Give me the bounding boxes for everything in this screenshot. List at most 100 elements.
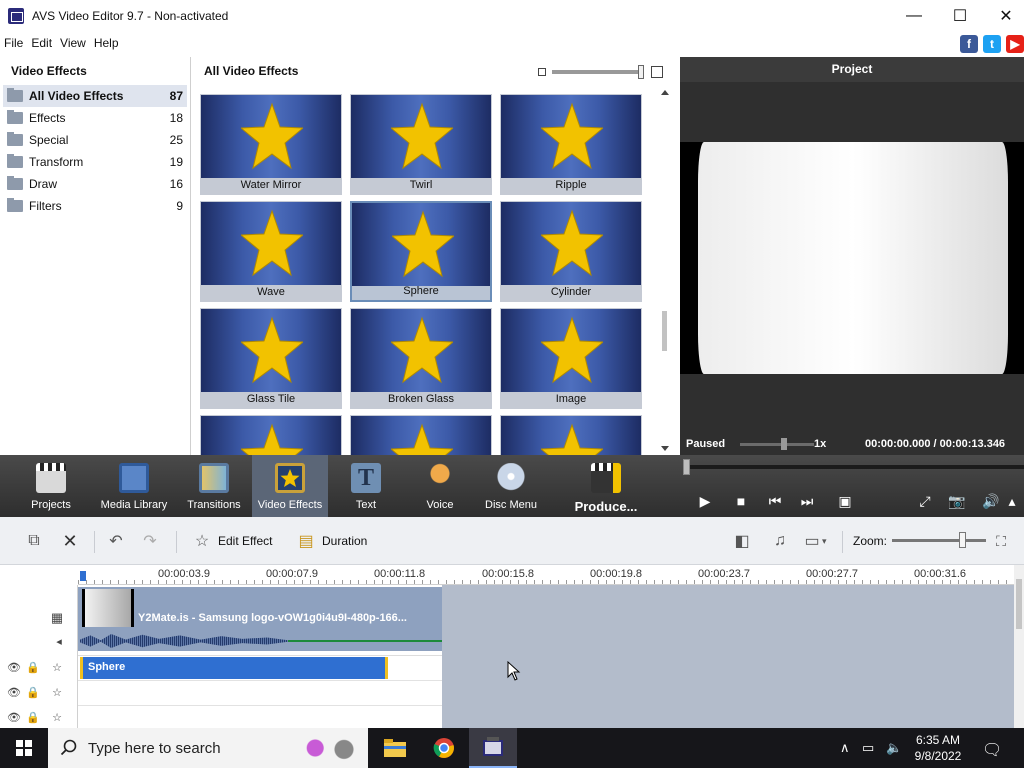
seek-bar[interactable] — [686, 465, 1024, 469]
disc-menu-button[interactable]: Disc Menu — [480, 455, 542, 517]
category-draw[interactable]: Draw 16 — [3, 173, 187, 195]
slider-thumb[interactable] — [638, 65, 644, 79]
undo-icon[interactable]: ↶ — [106, 531, 126, 551]
audio-mixer-icon[interactable]: ♫ — [770, 531, 790, 551]
windows-start-icon[interactable] — [0, 728, 48, 768]
effect-tile-item[interactable] — [500, 415, 642, 455]
effect-tile-item[interactable] — [200, 415, 342, 455]
taskbar-search[interactable]: Type here to search — [48, 728, 368, 768]
playhead[interactable] — [80, 571, 86, 581]
zoom-track[interactable] — [892, 539, 986, 542]
audio-clip[interactable] — [78, 631, 442, 651]
time-ruler[interactable]: 00:00:03.9 00:00:07.9 00:00:11.8 00:00:15.8… — [78, 565, 1014, 585]
eye-icon[interactable]: 👁 — [7, 710, 21, 724]
mute-icon[interactable]: ◂ — [52, 634, 66, 648]
effect-tile-broken-glass[interactable]: Broken Glass — [350, 308, 492, 409]
effect-tile-water-mirror[interactable]: Water Mirror — [200, 94, 342, 195]
category-transform[interactable]: Transform 19 — [3, 151, 187, 173]
effect-tile-glass-tile[interactable]: Glass Tile — [200, 308, 342, 409]
menu-view[interactable]: View — [56, 36, 90, 50]
seek-thumb[interactable] — [683, 459, 690, 475]
aspect-ratio-icon[interactable]: ▭ ▾ — [802, 531, 826, 551]
text-button[interactable]: T Text — [340, 455, 392, 517]
zoom-fit-icon[interactable]: ⛶ — [991, 531, 1011, 551]
duration-button[interactable]: ▤ Duration — [296, 531, 367, 551]
category-special[interactable]: Special 25 — [3, 129, 187, 151]
avs-video-editor-taskbar-icon[interactable] — [469, 728, 517, 768]
lock-icon[interactable]: 🔒 — [26, 710, 40, 724]
timeline-scrollbar[interactable] — [1014, 565, 1024, 728]
speed-track[interactable] — [740, 443, 814, 446]
separator — [94, 531, 95, 553]
preview-screen[interactable] — [680, 142, 1024, 374]
thumbnail-size-slider[interactable] — [538, 65, 664, 79]
speed-thumb[interactable] — [781, 438, 787, 450]
video-effects-button[interactable]: Video Effects — [252, 455, 328, 517]
previous-frame-icon[interactable]: ⏮ — [764, 492, 786, 510]
lock-icon[interactable]: 🔒 — [26, 660, 40, 674]
produce-button[interactable]: Produce... — [570, 455, 642, 517]
network-icon[interactable]: ▭ — [862, 740, 874, 756]
ruler-time-label: 00:00:11.8 — [374, 568, 426, 580]
system-clock[interactable]: 6:35 AM 9/8/2022 — [904, 732, 972, 764]
stop-icon[interactable]: ■ — [730, 492, 752, 510]
empty-timeline-region[interactable] — [442, 585, 1014, 728]
menu-file[interactable]: File — [0, 36, 27, 50]
track-area[interactable]: Y2Mate.is - Samsung logo-vOW1g0i4u9I-480… — [78, 585, 1014, 728]
notifications-icon[interactable]: 🗨 — [982, 740, 1002, 760]
facebook-icon[interactable]: f — [960, 35, 978, 53]
grid-scrollbar[interactable] — [658, 85, 672, 455]
volume-icon[interactable]: 🔊 — [980, 492, 1002, 510]
eye-icon[interactable]: 👁 — [7, 660, 21, 674]
effect-tile-item[interactable] — [350, 415, 492, 455]
scroll-down-icon[interactable] — [661, 446, 669, 451]
category-filters[interactable]: Filters 9 — [3, 195, 187, 217]
next-frame-icon[interactable]: ⏭ — [796, 492, 818, 510]
effect-tile-wave[interactable]: Wave — [200, 201, 342, 302]
split-icon[interactable]: ◧ — [732, 531, 752, 551]
redo-icon[interactable]: ↷ — [140, 531, 160, 551]
effect-tile-twirl[interactable]: Twirl — [350, 94, 492, 195]
speaker-icon[interactable]: 🔈 — [886, 740, 902, 756]
projects-icon — [36, 463, 66, 493]
snapshot-icon[interactable]: 📷 — [946, 492, 968, 510]
file-explorer-icon[interactable] — [371, 728, 419, 768]
effect-tile-image[interactable]: Image — [500, 308, 642, 409]
voice-button[interactable]: Voice — [414, 455, 466, 517]
ruler-time-label: 00:00:15.8 — [482, 568, 534, 580]
film-icon — [119, 463, 149, 493]
edit-effect-button[interactable]: ☆ Edit Effect — [192, 531, 273, 551]
menu-edit[interactable]: Edit — [27, 36, 56, 50]
show-hidden-icons-icon[interactable]: ∧ — [840, 740, 850, 756]
scroll-thumb[interactable] — [662, 311, 667, 351]
transitions-button[interactable]: Transitions — [184, 455, 244, 517]
category-effects[interactable]: Effects 18 — [3, 107, 187, 129]
delete-icon[interactable]: ✕ — [60, 531, 80, 551]
storyboard-toggle-icon[interactable]: ⧉ — [24, 531, 44, 551]
youtube-icon[interactable]: ▶ — [1006, 35, 1024, 53]
scroll-thumb[interactable] — [1016, 579, 1022, 629]
scene-icon[interactable]: ▣ — [834, 492, 856, 510]
effect-clip[interactable]: Sphere — [80, 657, 388, 679]
video-clip[interactable]: Y2Mate.is - Samsung logo-vOW1g0i4u9I-480… — [78, 587, 442, 631]
projects-button[interactable]: Projects — [22, 455, 80, 517]
scroll-up-icon[interactable] — [661, 90, 669, 95]
chrome-icon[interactable] — [420, 728, 468, 768]
zoom-thumb[interactable] — [959, 532, 966, 548]
maximize-button[interactable]: ☐ — [937, 0, 983, 32]
lock-icon[interactable]: 🔒 — [26, 685, 40, 699]
volume-dropdown-icon[interactable]: ▴ — [1004, 492, 1020, 510]
media-library-button[interactable]: Media Library — [98, 455, 170, 517]
row-divider — [78, 705, 442, 706]
effect-tile-cylinder[interactable]: Cylinder — [500, 201, 642, 302]
minimize-button[interactable]: — — [891, 0, 937, 32]
close-button[interactable]: ✕ — [983, 0, 1024, 32]
category-all-video-effects[interactable]: All Video Effects 87 — [3, 85, 187, 107]
play-icon[interactable]: ▶ — [694, 492, 716, 510]
effect-tile-ripple[interactable]: Ripple — [500, 94, 642, 195]
twitter-icon[interactable]: t — [983, 35, 1001, 53]
fullscreen-icon[interactable]: ⤢ — [914, 492, 936, 510]
menu-help[interactable]: Help — [90, 36, 123, 50]
effect-tile-sphere[interactable]: Sphere — [350, 201, 492, 302]
eye-icon[interactable]: 👁 — [7, 685, 21, 699]
